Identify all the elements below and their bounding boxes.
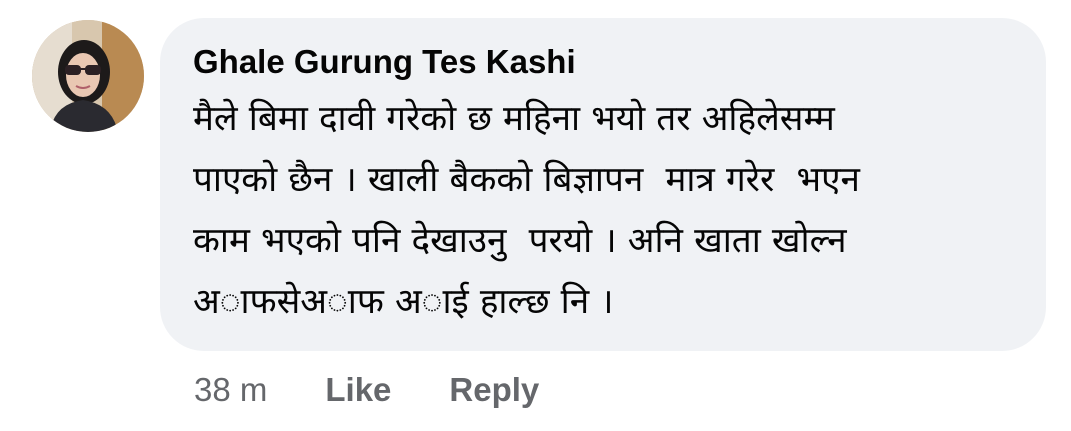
- comment-author[interactable]: Ghale Gurung Tes Kashi: [193, 40, 1016, 84]
- comment-timestamp[interactable]: 38 m: [194, 371, 267, 409]
- comment-text-line: मैले बिमा दावी गरेको छ महिना भयो तर अहिल…: [193, 99, 835, 139]
- avatar-photo-icon: [32, 20, 144, 132]
- comment-text: मैले बिमा दावी गरेको छ महिना भयो तर अहिल…: [193, 89, 1016, 333]
- comment: Ghale Gurung Tes Kashi मैले बिमा दावी गर…: [0, 0, 1071, 431]
- reply-button[interactable]: Reply: [449, 371, 539, 409]
- comment-actions: 38 m Like Reply: [194, 366, 597, 414]
- comment-bubble: Ghale Gurung Tes Kashi मैले बिमा दावी गर…: [160, 18, 1046, 351]
- avatar[interactable]: [32, 20, 144, 132]
- comment-text-line: काम भएको पनि देखाउनु परयो । अनि खाता खोल…: [193, 221, 847, 261]
- comment-text-line: अाफसेअाफ अाई हाल्छ नि ।: [193, 282, 614, 322]
- like-button[interactable]: Like: [325, 371, 391, 409]
- comment-text-line: पाएको छैन । खाली बैकको बिज्ञापन मात्र गर…: [193, 160, 860, 200]
